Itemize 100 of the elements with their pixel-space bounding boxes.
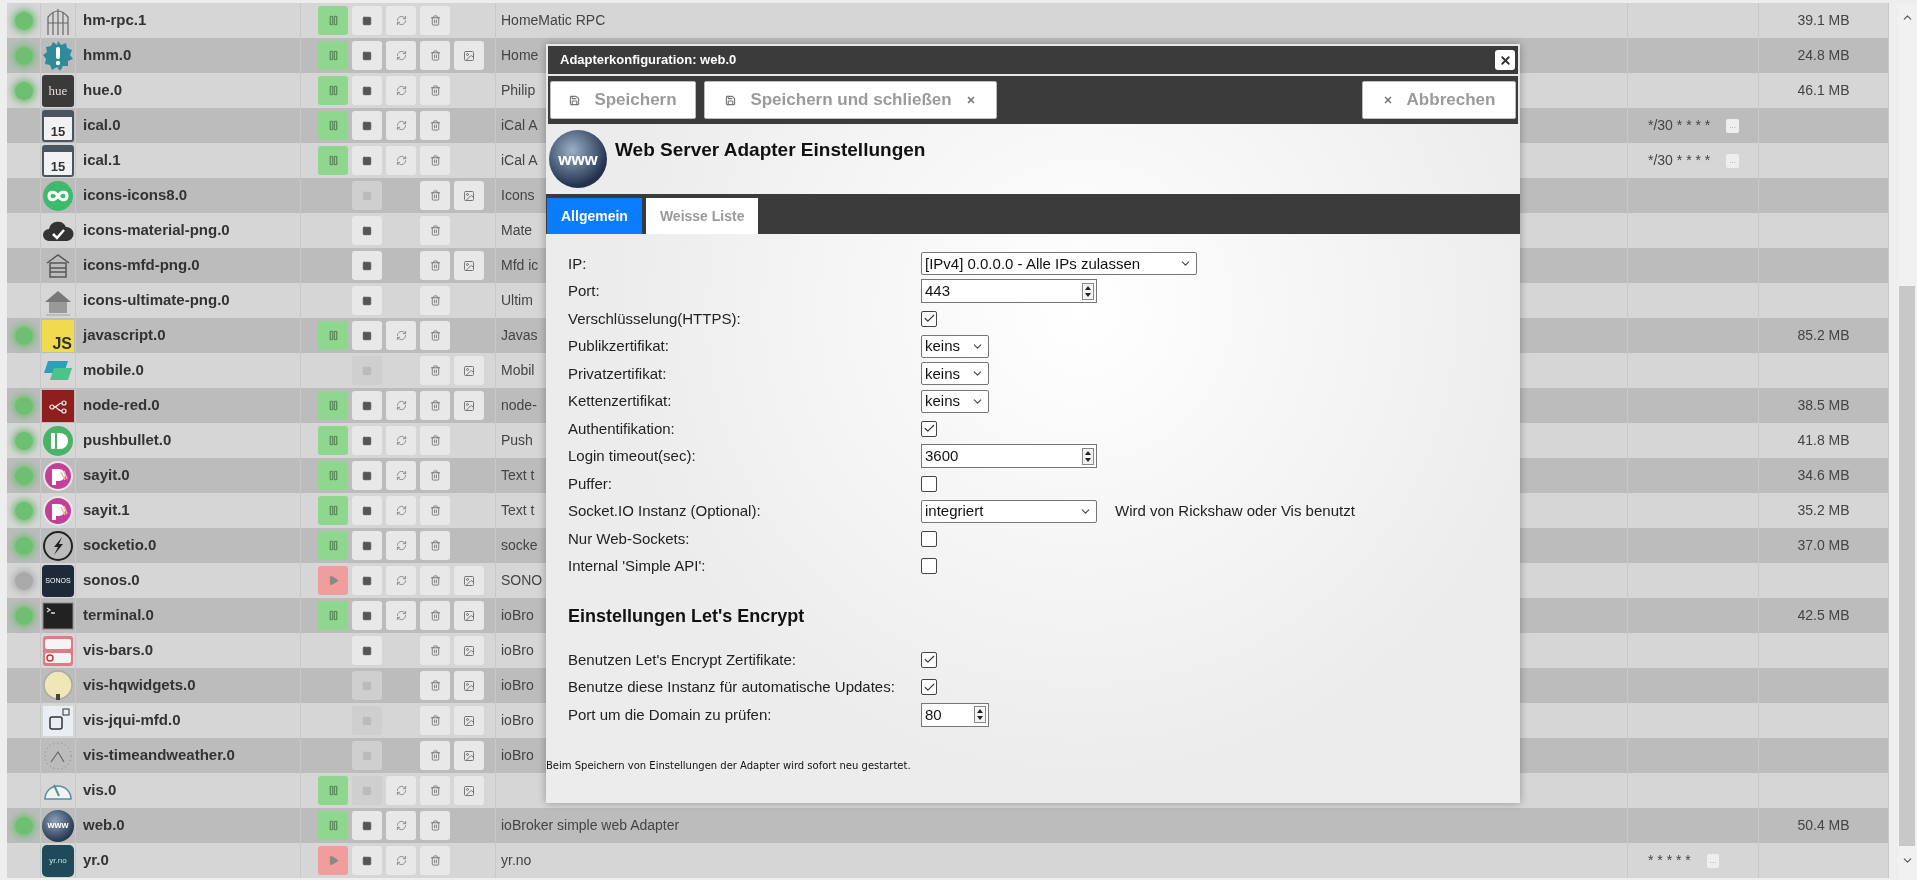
number-field[interactable]: 3600 xyxy=(921,444,1097,469)
stop-button[interactable] xyxy=(352,846,382,875)
restart-button[interactable] xyxy=(386,426,416,455)
stop-button[interactable] xyxy=(352,251,382,280)
restart-button[interactable] xyxy=(386,391,416,420)
stop-button[interactable] xyxy=(352,216,382,245)
delete-button[interactable] xyxy=(420,811,450,840)
delete-button[interactable] xyxy=(420,146,450,175)
image-button[interactable] xyxy=(454,356,484,385)
dropdown[interactable]: [IPv4] 0.0.0.0 - Alle IPs zulassen xyxy=(921,252,1197,276)
delete-button[interactable] xyxy=(420,531,450,560)
checkbox[interactable] xyxy=(921,530,937,547)
adapter-name: vis-jqui-mfd.0 xyxy=(83,710,181,731)
stop-button[interactable] xyxy=(352,391,382,420)
dropdown[interactable]: keins xyxy=(921,362,989,386)
dropdown[interactable]: keins xyxy=(921,389,989,413)
image-button[interactable] xyxy=(454,566,484,595)
delete-button[interactable] xyxy=(420,6,450,35)
delete-button[interactable] xyxy=(420,251,450,280)
number-field[interactable]: 443 xyxy=(921,279,1097,304)
dropdown[interactable]: integriert xyxy=(921,499,1097,523)
stop-button[interactable] xyxy=(352,6,382,35)
checkbox[interactable] xyxy=(921,475,937,492)
restart-button[interactable] xyxy=(386,76,416,105)
delete-button[interactable] xyxy=(420,216,450,245)
image-button[interactable] xyxy=(454,636,484,665)
checkbox[interactable] xyxy=(921,558,937,575)
stop-button[interactable] xyxy=(352,286,382,315)
delete-button[interactable] xyxy=(420,391,450,420)
trash-icon xyxy=(429,15,441,26)
delete-button[interactable] xyxy=(420,461,450,490)
stop-button[interactable] xyxy=(352,636,382,665)
adapter-name: hm-rpc.1 xyxy=(83,10,147,31)
pause-icon xyxy=(327,85,339,96)
restart-button[interactable] xyxy=(386,601,416,630)
checkbox[interactable] xyxy=(921,679,937,696)
stop-button[interactable] xyxy=(352,41,382,70)
refresh-icon xyxy=(395,575,407,586)
restart-button[interactable] xyxy=(386,846,416,875)
stop-button[interactable] xyxy=(352,426,382,455)
stop-button[interactable] xyxy=(352,461,382,490)
delete-button[interactable] xyxy=(420,846,450,875)
image-button[interactable] xyxy=(454,391,484,420)
delete-button[interactable] xyxy=(420,741,450,770)
image-button[interactable] xyxy=(454,671,484,700)
delete-button[interactable] xyxy=(420,356,450,385)
delete-button[interactable] xyxy=(420,566,450,595)
restart-button[interactable] xyxy=(386,461,416,490)
stop-button[interactable] xyxy=(352,531,382,560)
tab[interactable]: Allgemein xyxy=(547,198,642,234)
checkbox[interactable] xyxy=(921,651,937,668)
restart-button[interactable] xyxy=(386,146,416,175)
adapter-name: ical.1 xyxy=(83,150,121,171)
restart-button[interactable] xyxy=(386,531,416,560)
delete-button[interactable] xyxy=(420,601,450,630)
delete-button[interactable] xyxy=(420,706,450,735)
image-button[interactable] xyxy=(454,41,484,70)
delete-button[interactable] xyxy=(420,286,450,315)
number-field[interactable]: 80 xyxy=(921,702,989,727)
restart-button[interactable] xyxy=(386,776,416,805)
stop-button[interactable] xyxy=(352,321,382,350)
dropdown[interactable]: keins xyxy=(921,334,989,358)
stop-button[interactable] xyxy=(352,111,382,140)
stop-button[interactable] xyxy=(352,496,382,525)
checkbox[interactable] xyxy=(921,420,937,437)
stop-button[interactable] xyxy=(352,146,382,175)
delete-button[interactable] xyxy=(420,181,450,210)
delete-button[interactable] xyxy=(420,321,450,350)
image-button[interactable] xyxy=(454,251,484,280)
adapter-description: Text t xyxy=(501,501,535,520)
restart-button[interactable] xyxy=(386,111,416,140)
delete-button[interactable] xyxy=(420,426,450,455)
image-icon xyxy=(463,609,475,622)
checkbox[interactable] xyxy=(921,310,937,327)
stop-button[interactable] xyxy=(352,601,382,630)
trash-icon xyxy=(429,715,441,726)
close-button[interactable] xyxy=(1495,50,1515,70)
restart-button[interactable] xyxy=(386,811,416,840)
delete-button[interactable] xyxy=(420,636,450,665)
delete-button[interactable] xyxy=(420,776,450,805)
stop-button[interactable] xyxy=(352,566,382,595)
image-button[interactable] xyxy=(454,181,484,210)
scrollbar-thumb[interactable] xyxy=(1899,286,1915,846)
restart-button[interactable] xyxy=(386,566,416,595)
delete-button[interactable] xyxy=(420,76,450,105)
restart-button[interactable] xyxy=(386,496,416,525)
stop-button[interactable] xyxy=(352,76,382,105)
restart-button[interactable] xyxy=(386,41,416,70)
delete-button[interactable] xyxy=(420,496,450,525)
image-button[interactable] xyxy=(454,601,484,630)
restart-button[interactable] xyxy=(386,321,416,350)
image-button[interactable] xyxy=(454,741,484,770)
delete-button[interactable] xyxy=(420,111,450,140)
delete-button[interactable] xyxy=(420,671,450,700)
stop-button[interactable] xyxy=(352,811,382,840)
delete-button[interactable] xyxy=(420,41,450,70)
pause-button[interactable] xyxy=(318,776,348,805)
restart-button[interactable] xyxy=(386,6,416,35)
image-button[interactable] xyxy=(454,776,484,805)
image-button[interactable] xyxy=(454,706,484,735)
